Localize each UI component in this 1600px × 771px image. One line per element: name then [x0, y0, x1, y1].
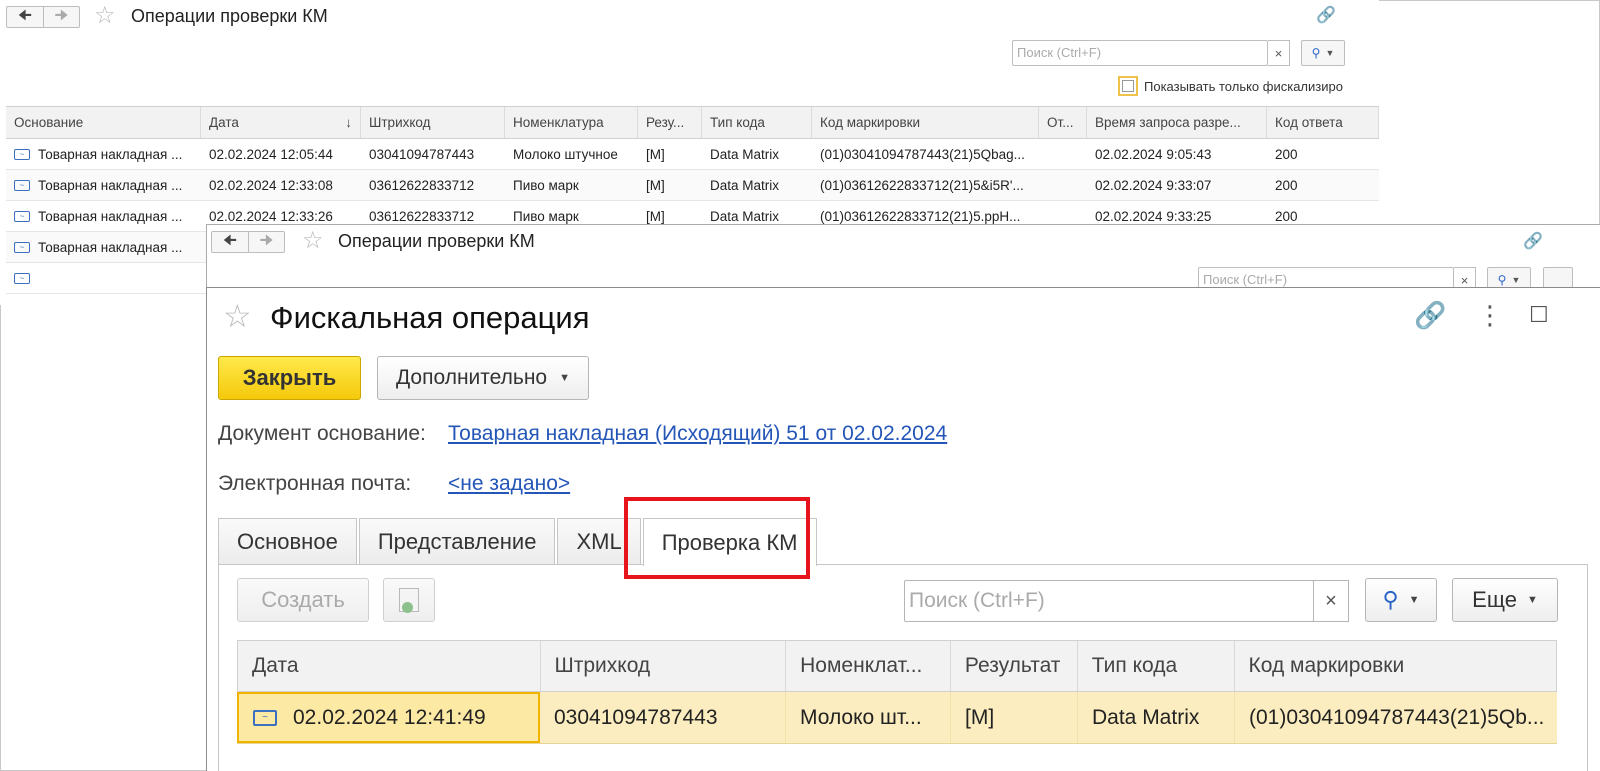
column-header[interactable]: Основание	[6, 107, 201, 138]
more-actions-button[interactable]: Дополнительно ▼	[377, 356, 589, 400]
link-icon[interactable]: 🔗	[1316, 5, 1336, 25]
window-title: Операции проверки КМ	[338, 231, 535, 251]
doc-basis-label: Документ основание:	[218, 422, 426, 445]
back-arrow-icon[interactable]: 🠈	[212, 232, 248, 252]
magnifier-icon: ⚲	[1497, 273, 1507, 287]
history-nav: 🠈 🠊	[6, 6, 80, 28]
document-row-icon: ~	[253, 709, 277, 726]
forward-arrow-icon[interactable]: 🠊	[43, 7, 79, 27]
column-header[interactable]: Номенклат...	[786, 641, 951, 691]
column-header[interactable]: От...	[1039, 107, 1087, 138]
fiscal-only-filter[interactable]: Показывать только фискализиро	[1118, 76, 1343, 96]
column-header[interactable]: Штрихкод	[541, 641, 787, 691]
highlight-frame	[624, 497, 810, 579]
tab-main[interactable]: Основное	[218, 518, 357, 564]
column-header[interactable]: Номенклатура	[505, 107, 638, 138]
chevron-down-icon: ▼	[1408, 594, 1420, 606]
clear-search-icon[interactable]: ×	[1268, 40, 1290, 66]
document-row-icon: ~	[14, 179, 30, 191]
column-header[interactable]: Резу...	[638, 107, 702, 138]
email-label: Электронная почта:	[218, 472, 412, 495]
document-row-icon: ~	[14, 241, 30, 253]
column-header[interactable]: Код ответа	[1267, 107, 1379, 138]
tab-presentation[interactable]: Представление	[358, 518, 556, 564]
copy-add-icon	[399, 588, 419, 613]
copy-button[interactable]	[383, 578, 435, 622]
favorite-star-icon[interactable]: ☆	[302, 229, 324, 253]
link-icon[interactable]: 🔗	[1414, 302, 1446, 328]
magnifier-icon: ⚲	[1382, 587, 1399, 612]
column-header[interactable]: Тип кода	[1078, 641, 1235, 691]
fiscal-operation-form: ☆ Фискальная операция 🔗 ⋮ ☐ Закрыть Допо…	[206, 287, 1600, 771]
search-input[interactable]: Поиск (Ctrl+F)	[904, 580, 1314, 622]
create-button[interactable]: Создать	[237, 578, 369, 622]
table-header: Дата Штрихкод Номенклат... Результат Тип…	[237, 640, 1557, 692]
column-header[interactable]: Код маркировки	[1235, 641, 1556, 691]
chevron-down-icon: ▼	[1526, 594, 1538, 606]
history-nav: 🠈 🠊	[211, 231, 285, 253]
column-header[interactable]: Код маркировки	[812, 107, 1039, 138]
table-header: Основание Дата ↓ Штрихкод Номенклатура Ре…	[6, 107, 1379, 139]
more-menu-button[interactable]: Еще ▼	[1452, 578, 1558, 622]
chevron-down-icon: ▼	[1511, 275, 1521, 285]
favorite-star-icon[interactable]: ☆	[94, 4, 116, 28]
fiscal-only-checkbox[interactable]	[1118, 76, 1138, 96]
document-row-icon: ~	[14, 148, 30, 160]
table-row-selected[interactable]: ~02.02.2024 12:41:49 03041094787443 Моло…	[237, 692, 1557, 744]
more-vertical-icon[interactable]: ⋮	[1477, 302, 1503, 328]
clear-search-icon[interactable]: ×	[1313, 580, 1349, 622]
back-arrow-icon[interactable]: 🠈	[7, 7, 43, 27]
form-title: Фискальная операция	[270, 300, 590, 335]
table-row[interactable]: ~ Товарная накладная ... 02.02.2024 12:33…	[6, 170, 1379, 201]
chevron-down-icon: ▼	[1325, 48, 1335, 58]
km-check-table: Дата Штрихкод Номенклат... Результат Тип…	[237, 640, 1557, 744]
email-link[interactable]: <не задано>	[448, 472, 570, 496]
window-title: Операции проверки КМ	[131, 6, 328, 26]
chevron-down-icon: ▼	[559, 372, 571, 384]
magnifier-icon: ⚲	[1311, 46, 1321, 60]
doc-basis-link[interactable]: Товарная накладная (Исходящий) 51 от 02.…	[448, 422, 947, 446]
column-header[interactable]: Время запроса разре...	[1087, 107, 1267, 138]
column-header[interactable]: Штрихкод	[361, 107, 505, 138]
maximize-icon[interactable]: ☐	[1529, 304, 1549, 326]
search-button[interactable]: ⚲ ▼	[1365, 578, 1437, 622]
column-header[interactable]: Тип кода	[702, 107, 812, 138]
document-row-icon: ~	[14, 210, 30, 222]
favorite-star-icon[interactable]: ☆	[223, 300, 252, 332]
sort-desc-icon: ↓	[345, 115, 352, 130]
search-button[interactable]: ⚲ ▼	[1301, 40, 1345, 66]
link-icon[interactable]: 🔗	[1523, 231, 1543, 251]
column-header-date[interactable]: Дата ↓	[201, 107, 361, 138]
close-button[interactable]: Закрыть	[218, 356, 361, 400]
fiscal-only-label: Показывать только фискализиро	[1144, 78, 1343, 94]
column-header[interactable]: Дата	[238, 641, 541, 691]
table-row[interactable]: ~ Товарная накладная ... 02.02.2024 12:05…	[6, 139, 1379, 170]
forward-arrow-icon[interactable]: 🠊	[248, 232, 284, 252]
search-input[interactable]: Поиск (Ctrl+F)	[1012, 40, 1268, 66]
document-row-icon: ~	[14, 272, 30, 284]
column-header[interactable]: Результат	[951, 641, 1078, 691]
